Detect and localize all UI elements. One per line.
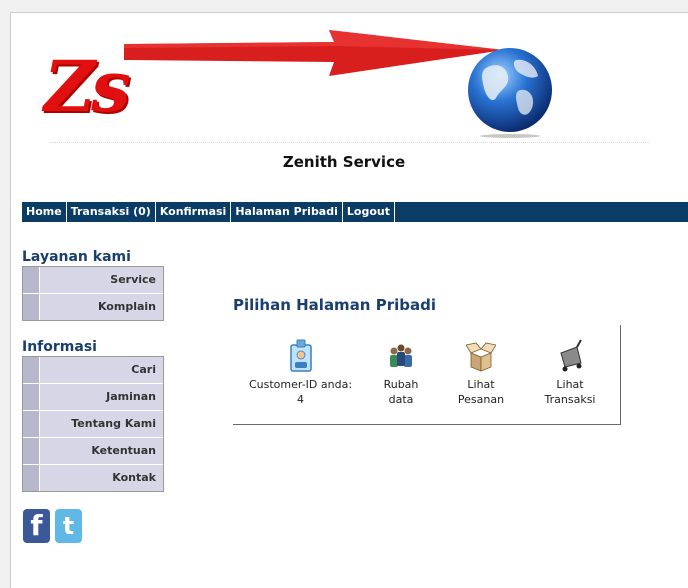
sidebar-item-label: Service: [110, 273, 156, 286]
nav-halaman-pribadi[interactable]: Halaman Pribadi: [231, 202, 343, 222]
menu-tab: [23, 438, 40, 464]
tile-label-line1: Customer-ID anda:: [248, 378, 353, 391]
nav-konfirmasi[interactable]: Konfirmasi: [156, 202, 232, 222]
informasi-heading: Informasi: [22, 339, 97, 355]
header-divider: [50, 142, 650, 143]
tile-label-line2: data: [388, 393, 414, 406]
tile-label-line1: Rubah: [383, 378, 419, 391]
sidebar-item-service[interactable]: Service: [23, 267, 163, 294]
box-icon: [466, 342, 496, 372]
tile-label-line2: Transaksi: [544, 393, 596, 406]
nav-logout[interactable]: Logout: [343, 202, 395, 222]
arrow-graphic: [124, 30, 504, 76]
sidebar-item-label: Ketentuan: [91, 444, 156, 457]
sidebar-item-label: Jaminan: [106, 390, 156, 403]
menu-tab: [23, 357, 40, 383]
nav-transaksi[interactable]: Transaksi (0): [67, 202, 156, 222]
nav-home[interactable]: Home: [22, 202, 67, 222]
sidebar-item-kontak[interactable]: Kontak: [23, 465, 163, 491]
sidebar-item-label: Kontak: [112, 471, 156, 484]
sidebar-item-label: Cari: [131, 363, 156, 376]
tile-label-line1: Lihat: [556, 378, 584, 391]
page-heading: Pilihan Halaman Pribadi: [233, 296, 436, 314]
site-title: Zenith Service: [282, 153, 406, 171]
tile-label-line2: Pesanan: [457, 393, 505, 406]
sidebar-item-label: Tentang Kami: [71, 417, 156, 430]
tile-lihat-pesanan[interactable]: Lihat Pesanan: [448, 339, 514, 407]
twitter-icon[interactable]: t: [55, 509, 82, 543]
sidebar-item-komplain[interactable]: Komplain: [23, 294, 163, 320]
menu-tab: [23, 267, 40, 293]
menu-tab: [23, 465, 40, 491]
facebook-icon[interactable]: f: [23, 509, 50, 543]
menu-tab: [23, 294, 40, 320]
sidebar-item-ketentuan[interactable]: Ketentuan: [23, 438, 163, 465]
nav-bar: Home Transaksi (0) Konfirmasi Halaman Pr…: [22, 202, 688, 222]
zs-logo: Zs: [44, 45, 130, 128]
sidebar-item-label: Komplain: [97, 300, 156, 313]
cart-icon: [560, 339, 582, 372]
tile-lihat-transaksi[interactable]: Lihat Transaksi: [535, 339, 605, 407]
sidebar-item-cari[interactable]: Cari: [23, 357, 163, 384]
sidebar-item-tentang-kami[interactable]: Tentang Kami: [23, 411, 163, 438]
people-icon: [390, 344, 412, 367]
sidebar-item-jaminan[interactable]: Jaminan: [23, 384, 163, 411]
layanan-menu: Service Komplain: [22, 266, 164, 321]
tile-label-line2: 4: [297, 393, 304, 406]
tile-rubah-data[interactable]: Rubah data: [371, 339, 431, 407]
menu-tab: [23, 384, 40, 410]
informasi-menu: Cari Jaminan Tentang Kami Ketentuan Kont…: [22, 356, 164, 492]
tile-customer-id[interactable]: Customer-ID anda: 4: [243, 339, 358, 407]
menu-tab: [23, 411, 40, 437]
tile-label-line1: Lihat: [467, 378, 495, 391]
layanan-heading: Layanan kami: [22, 249, 131, 265]
globe-icon: [468, 48, 552, 138]
id-card-icon: [289, 339, 312, 372]
options-panel: Customer-ID anda: 4 Rubah data Lihat Pes…: [233, 325, 621, 425]
